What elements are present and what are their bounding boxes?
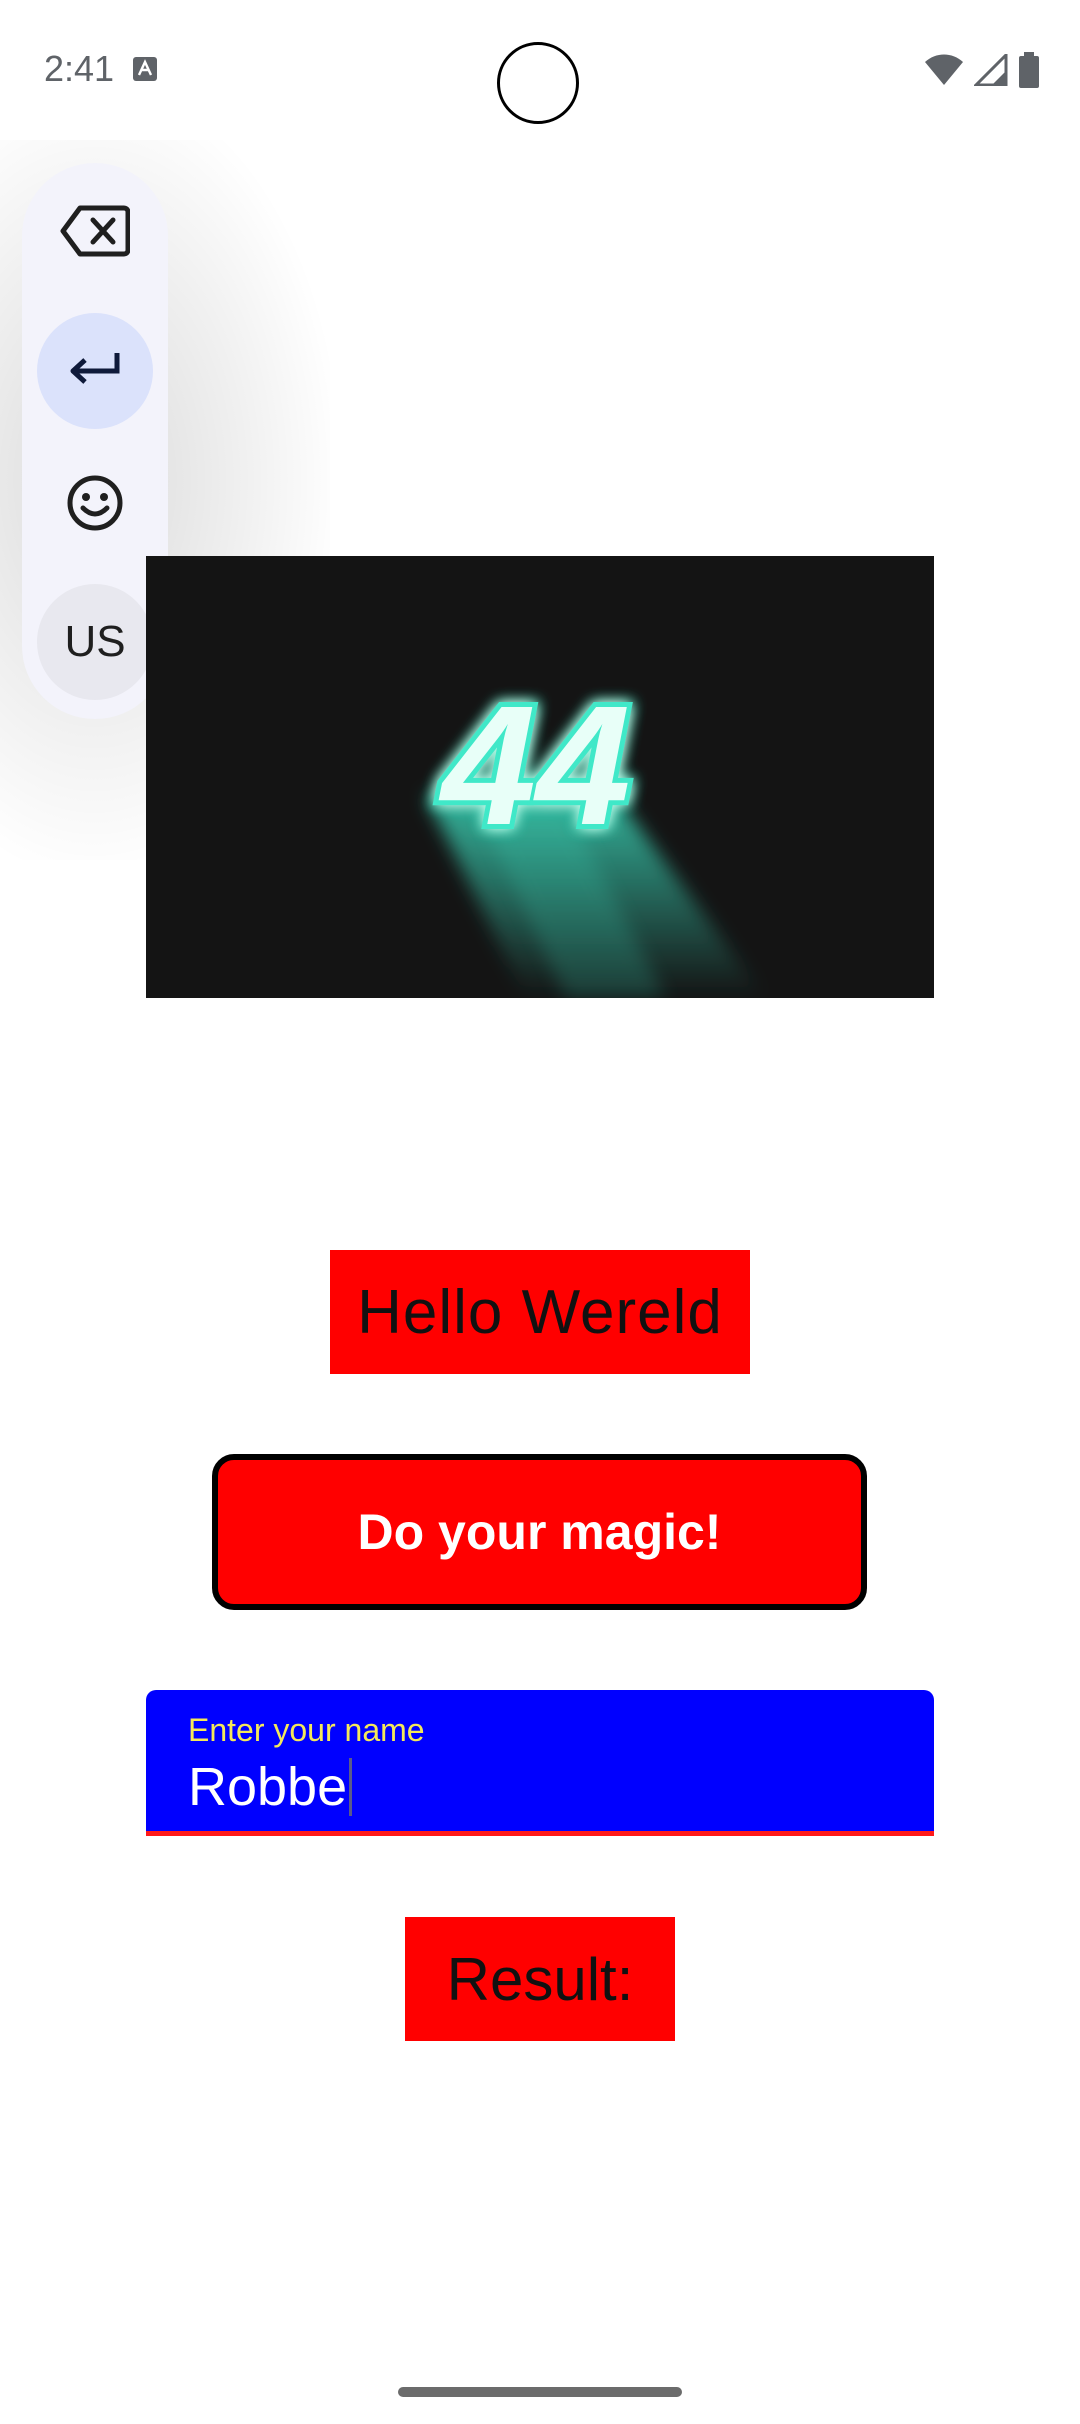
text-cursor <box>349 1758 353 1816</box>
name-field-value-wrap[interactable]: Robbe <box>188 1756 353 1818</box>
result-label: Result: <box>405 1917 675 2041</box>
language-button[interactable]: US <box>37 584 153 700</box>
text-notification-icon <box>132 56 158 82</box>
name-field-label: Enter your name <box>188 1712 425 1748</box>
status-icons <box>924 51 1040 93</box>
name-input-field[interactable]: Enter your name Robbe <box>146 1690 934 1836</box>
app-screen: 2:41 US 44 Hello Wereld Do your magic! E… <box>0 0 1080 2424</box>
cellular-signal-icon <box>972 51 1008 91</box>
magic-button[interactable]: Do your magic! <box>212 1454 867 1610</box>
backspace-icon <box>60 205 131 262</box>
status-time: 2:41 <box>44 48 115 89</box>
hero-image-text: 44 <box>438 671 630 861</box>
emoji-button[interactable] <box>37 447 153 563</box>
camera-cutout <box>497 42 579 124</box>
battery-icon <box>1018 52 1040 93</box>
backspace-button[interactable] <box>37 175 153 291</box>
status-bar: 2:41 <box>0 0 1080 140</box>
gesture-navigation-handle[interactable] <box>398 2387 682 2397</box>
hero-image: 44 <box>146 556 934 998</box>
hello-label: Hello Wereld <box>330 1250 750 1374</box>
emoji-icon <box>66 474 124 537</box>
enter-icon <box>67 349 123 394</box>
name-field-value[interactable]: Robbe <box>188 1756 347 1818</box>
wifi-icon <box>924 54 964 91</box>
language-label: US <box>64 617 126 666</box>
enter-button[interactable] <box>37 313 153 429</box>
